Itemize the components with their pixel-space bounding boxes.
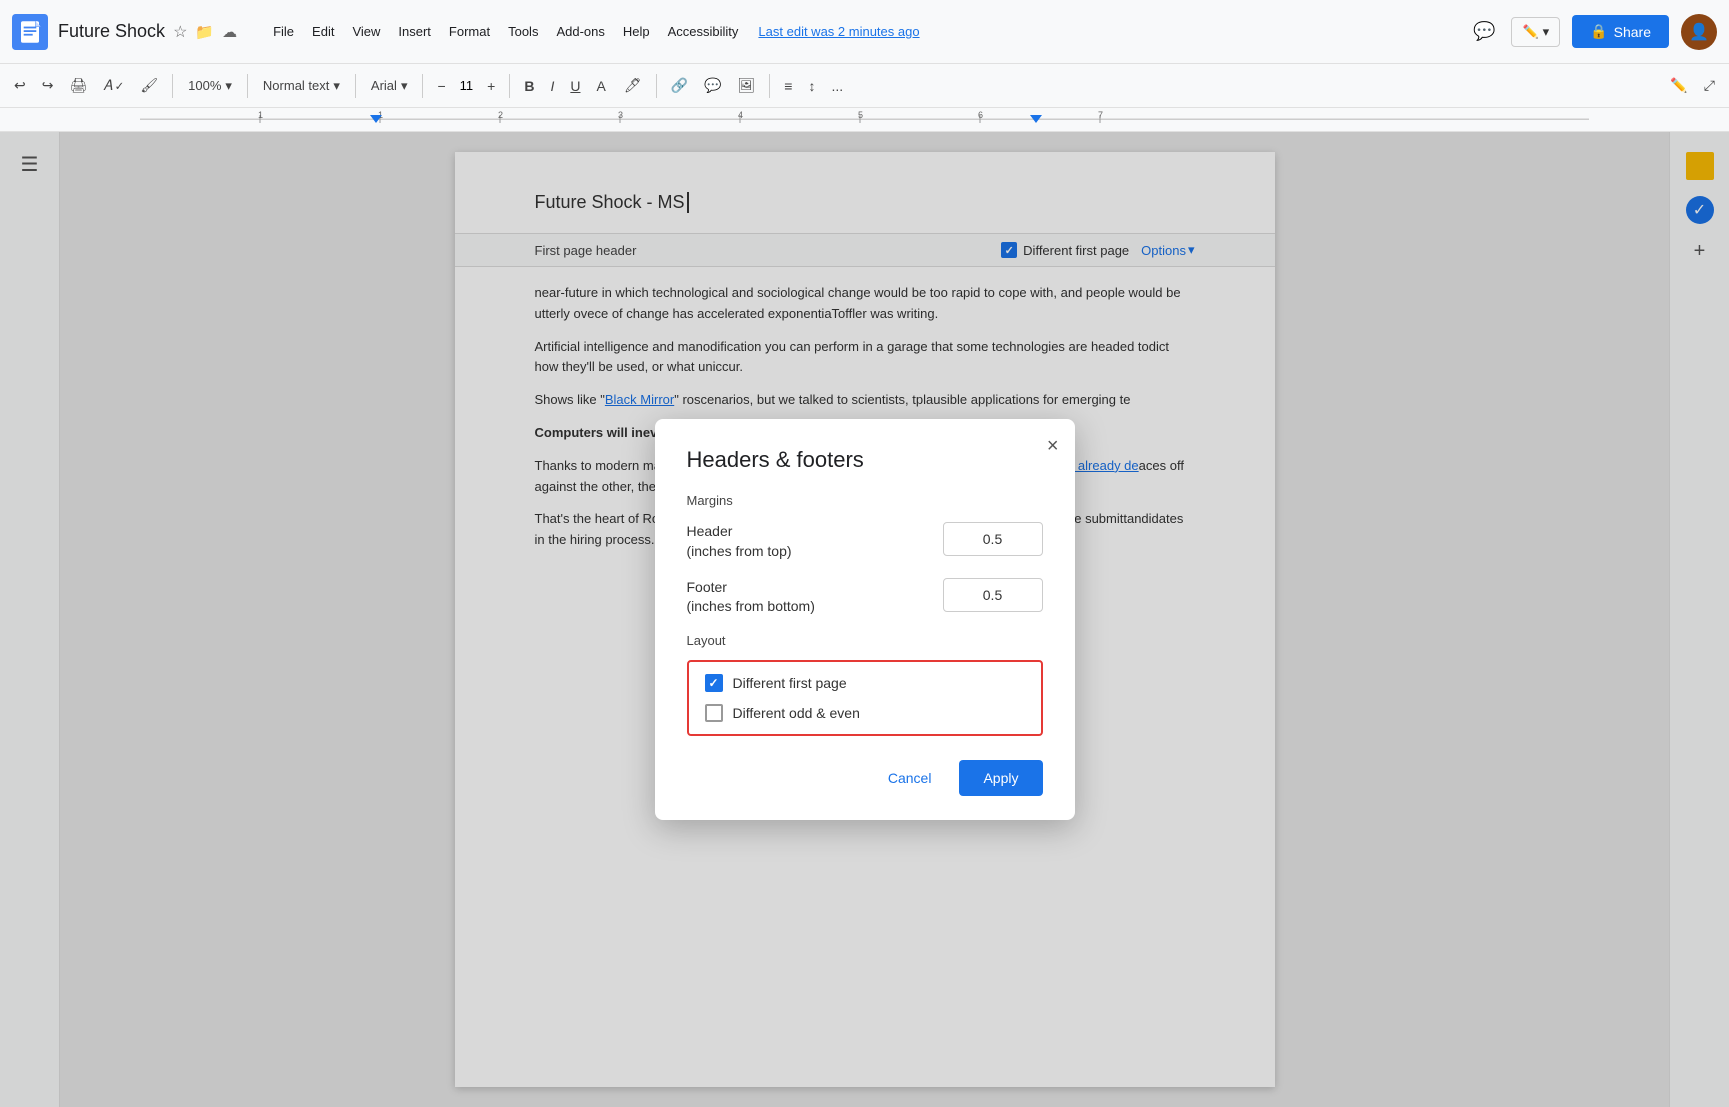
italic-button[interactable]: I	[544, 74, 560, 98]
svg-text:7: 7	[1098, 110, 1103, 120]
header-field-row: Header(inches from top)	[687, 522, 1043, 561]
redo-button[interactable]: ↪	[36, 73, 60, 98]
text-color-button[interactable]: A	[590, 74, 613, 98]
paintformat-button[interactable]: 🖌	[134, 73, 164, 98]
share-label: Share	[1614, 24, 1651, 40]
footer-field-row: Footer(inches from bottom)	[687, 578, 1043, 617]
svg-text:4: 4	[738, 110, 743, 120]
cancel-button[interactable]: Cancel	[872, 760, 948, 796]
different-first-page-checkbox-label: Different first page	[733, 675, 847, 691]
header-field-label: Header(inches from top)	[687, 522, 792, 561]
pen-icon-btn[interactable]: ✏️	[1664, 73, 1693, 98]
modal-title: Headers & footers	[687, 447, 1043, 473]
separator-3	[355, 74, 356, 98]
linespacing-button[interactable]: ↕	[802, 74, 821, 98]
zoom-value: 100%	[188, 78, 221, 93]
svg-text:3: 3	[618, 110, 623, 120]
docs-icon	[12, 14, 48, 50]
undo-button[interactable]: ↩	[8, 73, 32, 98]
svg-text:6: 6	[978, 110, 983, 120]
separator-2	[247, 74, 248, 98]
comment-icon-btn[interactable]: 💬	[1469, 17, 1499, 46]
bold-button[interactable]: B	[518, 74, 540, 98]
doc-area: ☰ Future Shock - MS First page header ✓ …	[0, 132, 1729, 1107]
different-first-page-checkbox-modal[interactable]: ✓	[705, 674, 723, 692]
print-button[interactable]: 🖨	[63, 73, 93, 98]
margins-section-label: Margins	[687, 493, 1043, 508]
layout-checkbox-group: ✓ Different first page Different odd & e…	[687, 660, 1043, 736]
menu-file[interactable]: File	[265, 20, 302, 43]
highlight-button[interactable]: 🖊	[618, 73, 648, 98]
font-size-display: 11	[456, 78, 478, 93]
style-arrow: ▾	[333, 78, 340, 94]
separator-7	[769, 74, 770, 98]
footer-field-label: Footer(inches from bottom)	[687, 578, 815, 617]
menu-addons[interactable]: Add-ons	[548, 20, 612, 43]
layout-section-label: Layout	[687, 633, 1043, 648]
menu-bar: File Edit View Insert Format Tools Add-o…	[265, 20, 746, 43]
expand-icon-btn[interactable]: ⤢	[1698, 73, 1721, 98]
font-increase-button[interactable]: +	[481, 74, 501, 98]
menu-accessibility[interactable]: Accessibility	[660, 20, 747, 43]
ruler-line: 1 1 2 3 4 5 6 7	[140, 119, 1589, 120]
avatar[interactable]: 👤	[1681, 14, 1717, 50]
lock-icon: 🔒	[1590, 23, 1607, 40]
separator-4	[422, 74, 423, 98]
header-margin-input[interactable]	[943, 522, 1043, 556]
zoom-dropdown[interactable]: 100% ▾	[181, 75, 239, 97]
modal-overlay: Headers & footers × Margins Header(inche…	[0, 132, 1729, 1107]
folder-icon[interactable]: 📁	[195, 23, 214, 41]
menu-edit[interactable]: Edit	[304, 20, 342, 43]
align-button[interactable]: ≡	[778, 74, 798, 98]
title-area: Future Shock ☆ 📁 ☁	[58, 21, 237, 42]
top-bar: Future Shock ☆ 📁 ☁ File Edit View Insert…	[0, 0, 1729, 64]
different-first-page-row: ✓ Different first page	[705, 674, 1025, 692]
modal-close-button[interactable]: ×	[1047, 435, 1059, 458]
font-decrease-button[interactable]: −	[431, 74, 451, 98]
svg-text:1: 1	[258, 110, 263, 120]
comment-button[interactable]: 💬	[698, 73, 727, 98]
star-icon[interactable]: ☆	[173, 22, 187, 42]
font-arrow: ▾	[401, 78, 408, 94]
menu-tools[interactable]: Tools	[500, 20, 546, 43]
share-button[interactable]: 🔒 Share	[1572, 15, 1669, 48]
separator-6	[656, 74, 657, 98]
header-right: 💬 ✏️ ▾ 🔒 Share 👤	[1469, 14, 1717, 50]
link-button[interactable]: 🔗	[665, 73, 694, 98]
different-odd-even-checkbox[interactable]	[705, 704, 723, 722]
cloud-icon[interactable]: ☁	[222, 23, 237, 41]
apply-button[interactable]: Apply	[959, 760, 1042, 796]
font-dropdown[interactable]: Arial ▾	[364, 75, 415, 97]
layout-section: Layout ✓ Different first page Different …	[687, 633, 1043, 736]
checkmark-icon: ✓	[708, 676, 718, 690]
headers-footers-modal: Headers & footers × Margins Header(inche…	[655, 419, 1075, 819]
svg-text:5: 5	[858, 110, 863, 120]
different-odd-even-row: Different odd & even	[705, 704, 1025, 722]
toolbar: ↩ ↪ 🖨 𝐴✓ 🖌 100% ▾ Normal text ▾ Arial ▾ …	[0, 64, 1729, 108]
separator-1	[172, 74, 173, 98]
chevron-down-icon: ▾	[1543, 24, 1550, 40]
menu-help[interactable]: Help	[615, 20, 658, 43]
pencil-icon: ✏️	[1522, 24, 1538, 40]
menu-format[interactable]: Format	[441, 20, 498, 43]
style-dropdown[interactable]: Normal text ▾	[256, 75, 347, 97]
spellcheck-button[interactable]: 𝐴✓	[97, 73, 130, 98]
more-button[interactable]: ...	[825, 74, 849, 98]
image-button[interactable]: 🖼	[731, 73, 761, 98]
doc-title[interactable]: Future Shock	[58, 21, 165, 42]
underline-button[interactable]: U	[564, 74, 586, 98]
svg-text:2: 2	[498, 110, 503, 120]
footer-margin-input[interactable]	[943, 578, 1043, 612]
ruler: 1 1 2 3 4 5 6 7	[0, 108, 1729, 132]
font-value: Arial	[371, 78, 397, 93]
last-edit-text[interactable]: Last edit was 2 minutes ago	[758, 24, 919, 39]
suggest-btn[interactable]: ✏️ ▾	[1511, 17, 1560, 47]
style-value: Normal text	[263, 78, 329, 93]
menu-insert[interactable]: Insert	[390, 20, 439, 43]
menu-view[interactable]: View	[344, 20, 388, 43]
zoom-arrow: ▾	[225, 78, 232, 94]
separator-5	[509, 74, 510, 98]
different-odd-even-label: Different odd & even	[733, 705, 860, 721]
modal-footer: Cancel Apply	[687, 760, 1043, 796]
